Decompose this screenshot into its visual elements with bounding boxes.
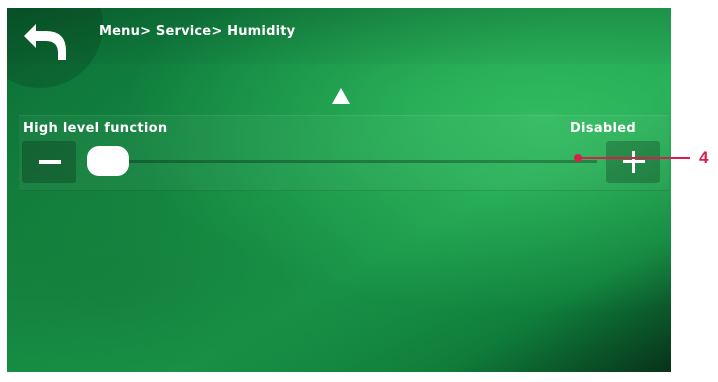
- setting-label: High level function: [23, 121, 168, 136]
- up-triangle-icon: [332, 88, 350, 104]
- back-arrow-icon: [24, 24, 66, 60]
- breadcrumb: Menu> Service> Humidity: [99, 24, 296, 39]
- minus-icon: [39, 160, 61, 164]
- slider-track[interactable]: [119, 160, 597, 163]
- increase-button[interactable]: [606, 141, 660, 183]
- decrease-button[interactable]: [22, 141, 76, 183]
- back-button[interactable]: [22, 20, 80, 68]
- scroll-up-button[interactable]: [332, 88, 350, 104]
- callout-number: 4: [699, 148, 709, 167]
- callout-line: [580, 157, 690, 159]
- slider-thumb[interactable]: [87, 146, 129, 176]
- setting-value: Disabled: [569, 121, 636, 136]
- device-screen: Menu> Service> Humidity High level funct…: [7, 8, 671, 372]
